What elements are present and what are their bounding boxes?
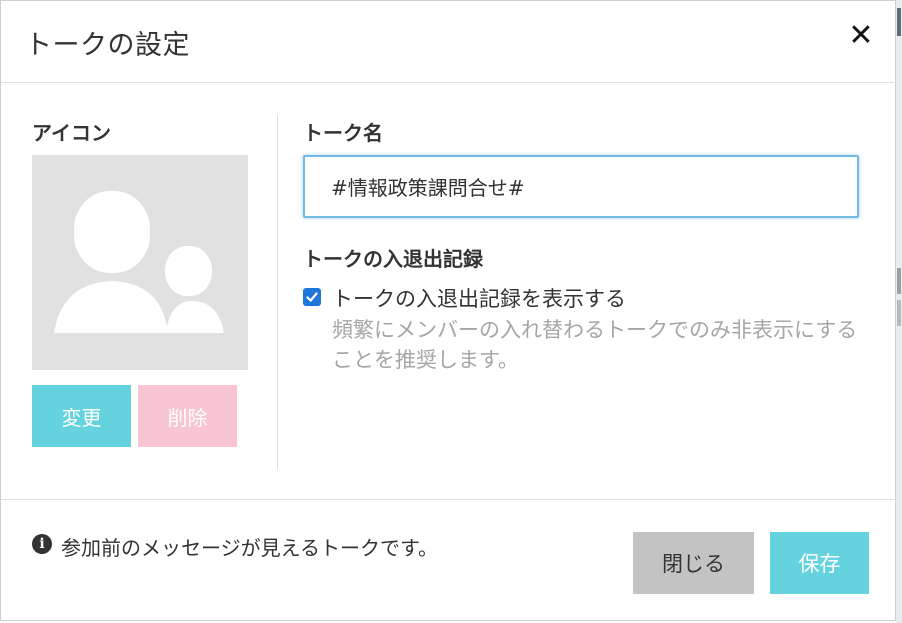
icon-section-label: アイコン [32, 121, 111, 145]
background-edge-mark [897, 8, 901, 36]
talk-settings-dialog: トークの設定 ✕ アイコン 変更 削除 トーク名 トークの入退出記録 トークの入… [0, 0, 897, 622]
dialog-title: トークの設定 [25, 30, 190, 61]
dialog-footer: i 参加前のメッセージが見えるトークです。 閉じる 保存 [1, 499, 897, 622]
close-icon[interactable]: ✕ [841, 15, 881, 55]
dialog-header: トークの設定 ✕ [1, 1, 897, 83]
background-edge-mark [897, 268, 901, 294]
entry-exit-log-label: トークの入退出記録 [303, 247, 483, 271]
section-divider [277, 115, 278, 469]
info-text: 参加前のメッセージが見えるトークです。 [61, 536, 438, 560]
info-icon: i [32, 534, 52, 554]
group-avatar-icon-svg [54, 191, 224, 333]
change-icon-button[interactable]: 変更 [32, 385, 131, 447]
close-button[interactable]: 閉じる [633, 532, 754, 594]
save-button[interactable]: 保存 [770, 532, 869, 594]
group-avatar-icon [32, 155, 248, 370]
background-edge-mark [897, 300, 901, 326]
entry-exit-hint-text: 頻繁にメンバーの入れ替わるトークでのみ非表示にすることを推奨します。 [332, 318, 858, 372]
show-entry-exit-checkbox-label[interactable]: トークの入退出記録を表示する [332, 283, 626, 313]
talk-name-label: トーク名 [303, 121, 383, 145]
delete-icon-button: 削除 [138, 385, 237, 447]
show-entry-exit-checkbox[interactable] [303, 288, 321, 306]
check-icon [306, 292, 318, 302]
talk-name-input[interactable] [303, 155, 859, 218]
dialog-body: アイコン 変更 削除 トーク名 トークの入退出記録 トークの入退出記録を表示する… [1, 83, 897, 499]
